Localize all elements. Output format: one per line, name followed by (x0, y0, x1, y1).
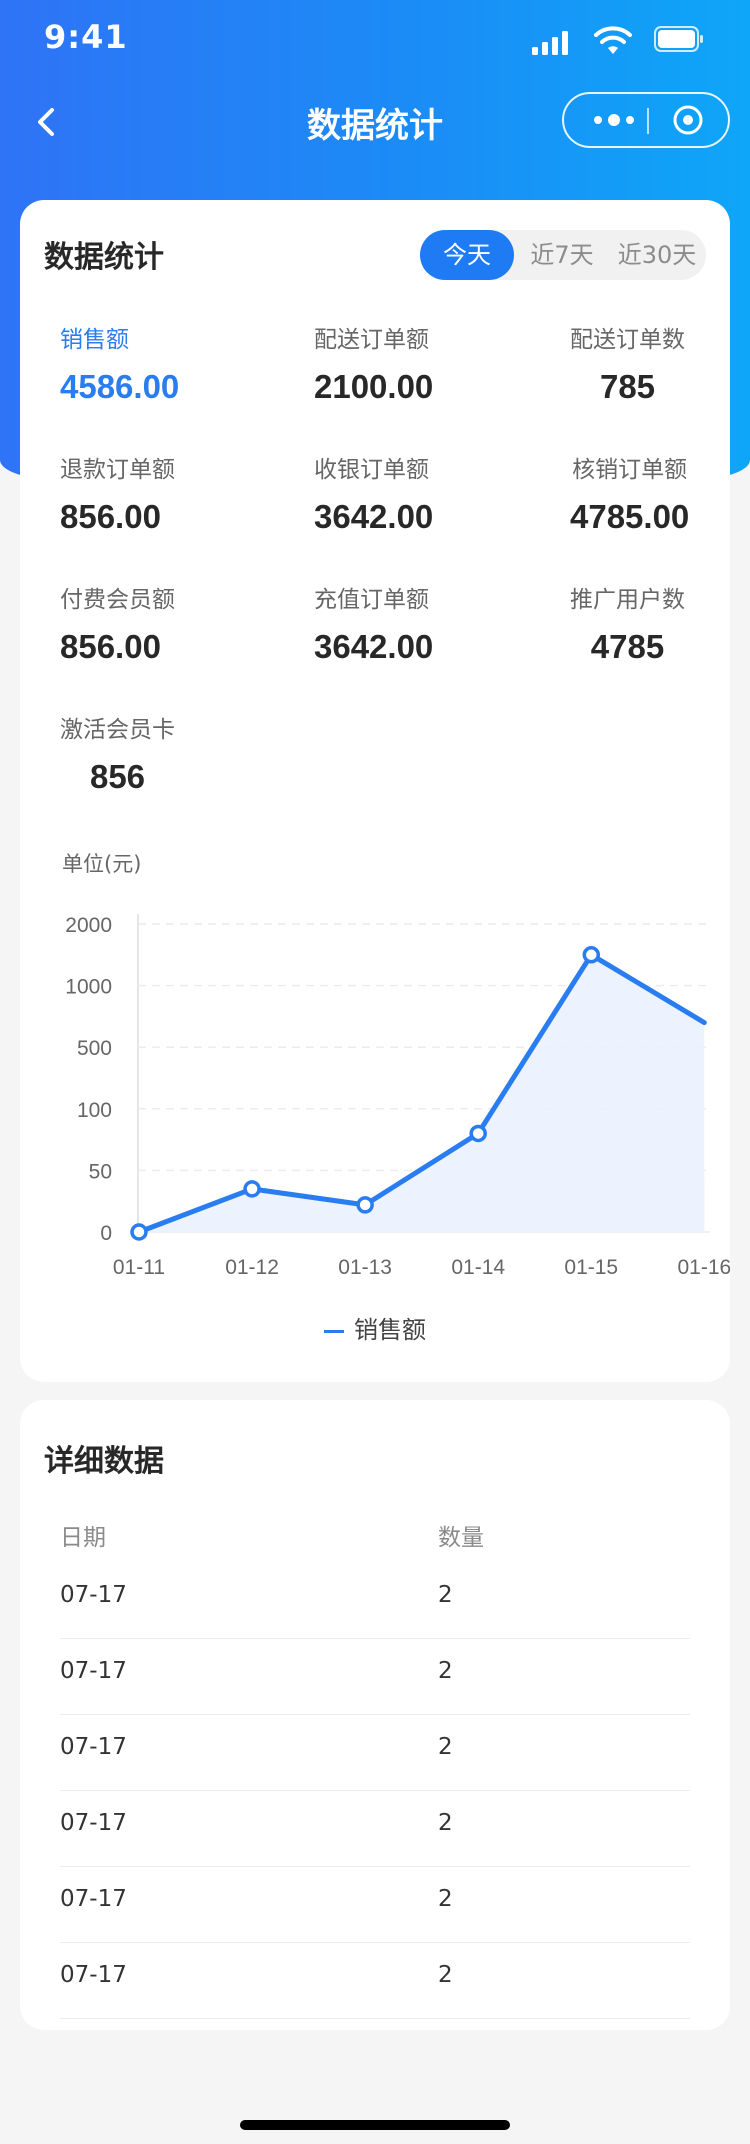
stat-promoted-users: 推广用户数 4785 (570, 580, 685, 666)
stat-activated-cards: 激活会员卡 856 (60, 710, 175, 796)
y-tick-label: 0 (100, 1222, 112, 1245)
stat-label: 配送订单额 (314, 327, 429, 353)
x-tick-label: 01-16 (677, 1256, 730, 1279)
chart-unit-label: 单位(元) (62, 852, 142, 876)
series-area (139, 954, 705, 1232)
column-header-count: 数量 (438, 1525, 484, 1551)
table-row: 07-17 2 (60, 1562, 690, 1639)
stat-label: 配送订单数 (570, 327, 685, 353)
stat-label: 激活会员卡 (60, 717, 175, 743)
data-point (356, 1196, 374, 1214)
cell-date: 07-17 (60, 1810, 127, 1836)
sales-line-chart: 0 50 100 500 1000 2000 01-11 01-12 01-13 01-14 01-… (65, 914, 730, 1279)
cell-count: 2 (438, 1962, 453, 1988)
date-range-tabs: 今天 近7天 近30天 (420, 230, 706, 280)
stat-delivery-amount: 配送订单额 2100.00 (314, 320, 433, 406)
x-tick-label: 01-15 (564, 1256, 618, 1279)
chart-legend[interactable]: 销售额 (20, 1310, 730, 1345)
legend-label: 销售额 (354, 1316, 426, 1344)
y-tick-label: 100 (77, 1099, 112, 1122)
data-point (582, 946, 601, 964)
cell-date: 07-17 (60, 1582, 127, 1608)
table-row: 07-17 2 (60, 1714, 690, 1791)
status-bar: 9:41 (0, 0, 750, 80)
signal-icon (532, 31, 568, 55)
cell-count: 2 (438, 1734, 453, 1760)
column-header-date: 日期 (60, 1525, 106, 1551)
stat-value: 2100.00 (314, 368, 434, 405)
stats-card-title: 数据统计 (44, 240, 164, 275)
y-tick-label: 2000 (65, 914, 112, 937)
x-tick-label: 01-14 (451, 1256, 505, 1279)
detail-card: 详细数据 日期 数量 07-17 2 07-17 2 07-17 2 07-17… (20, 1400, 730, 2030)
tab-30-days[interactable]: 近30天 (608, 230, 706, 280)
table-row: 07-17 2 (60, 1638, 690, 1715)
stat-label: 核销订单额 (572, 457, 688, 483)
stat-delivery-count: 配送订单数 785 (570, 320, 685, 406)
cell-count: 2 (438, 1582, 453, 1608)
stat-value: 785 (599, 368, 656, 405)
y-tick-label: 50 (89, 1160, 112, 1183)
stat-label: 充值订单额 (314, 587, 429, 613)
table-row: 07-17 2 (60, 1866, 690, 1943)
cell-date: 07-17 (60, 1658, 127, 1684)
cell-count: 2 (438, 1810, 453, 1836)
stat-value: 4785 (590, 628, 665, 665)
data-point (469, 1124, 487, 1143)
more-dots-icon[interactable] (590, 108, 638, 132)
x-tick-label: 01-13 (338, 1256, 392, 1279)
table-row: 07-17 2 (60, 1942, 690, 2019)
stat-label: 退款订单额 (60, 457, 175, 483)
stat-paid-member-amount: 付费会员额 856.00 (60, 580, 175, 666)
stat-refund-amount: 退款订单额 856.00 (60, 450, 175, 536)
legend-swatch (324, 1329, 344, 1333)
battery-icon (654, 26, 703, 52)
detail-card-title: 详细数据 (44, 1444, 164, 1479)
home-indicator (240, 2120, 510, 2130)
cell-count: 2 (438, 1886, 453, 1912)
stat-recharge-amount: 充值订单额 3642.00 (314, 580, 433, 666)
stats-card: 数据统计 今天 近7天 近30天 销售额 4586.00 配送订单额 2100.… (20, 200, 730, 1382)
cell-date: 07-17 (60, 1886, 127, 1912)
x-tick-label: 01-11 (113, 1256, 165, 1279)
stat-label: 推广用户数 (570, 587, 685, 613)
stat-verify-amount: 核销订单额 4785.00 (570, 450, 689, 536)
stat-value: 856.00 (60, 498, 161, 535)
wifi-icon (594, 26, 632, 54)
data-point (130, 1223, 148, 1241)
stat-value: 4785.00 (570, 498, 690, 535)
stat-label: 付费会员额 (60, 587, 175, 613)
stat-value: 4586.00 (60, 368, 180, 405)
stat-value: 856.00 (60, 628, 161, 665)
y-tick-label: 1000 (65, 976, 112, 999)
miniprogram-capsule (562, 92, 730, 148)
status-time: 9:41 (44, 18, 128, 56)
stat-cashier-amount: 收银订单额 3642.00 (314, 450, 433, 536)
data-point (243, 1180, 261, 1198)
stat-value: 856 (89, 758, 146, 795)
nav-bar: 数据统计 (0, 90, 750, 154)
cell-date: 07-17 (60, 1734, 127, 1760)
x-tick-label: 01-12 (225, 1256, 279, 1279)
stat-sales: 销售额 4586.00 (60, 320, 179, 406)
stat-label: 收银订单额 (314, 457, 429, 483)
cell-count: 2 (438, 1658, 453, 1684)
table-row: 07-17 2 (60, 1790, 690, 1867)
y-tick-label: 500 (77, 1037, 112, 1060)
stat-value: 3642.00 (314, 628, 434, 665)
stat-label: 销售额 (60, 327, 129, 353)
tab-today[interactable]: 今天 (420, 230, 514, 280)
close-target-icon[interactable] (672, 104, 704, 136)
table-header: 日期 数量 (60, 1518, 690, 1558)
tab-7-days[interactable]: 近7天 (516, 230, 608, 280)
cell-date: 07-17 (60, 1962, 127, 1988)
stat-value: 3642.00 (314, 498, 434, 535)
capsule-divider (647, 108, 649, 134)
